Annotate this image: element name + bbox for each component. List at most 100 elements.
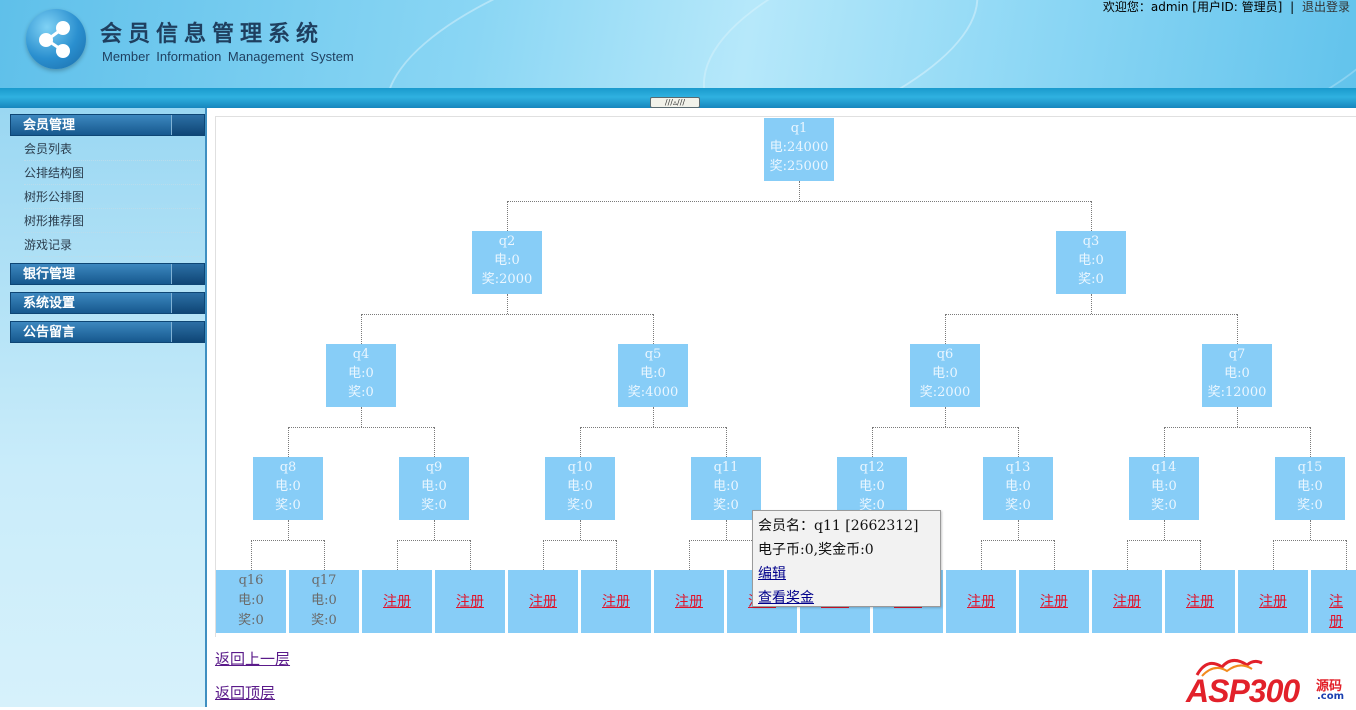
node-e-coin: 电:0 — [421, 479, 447, 494]
tree-connector — [1237, 407, 1238, 427]
tree-connector — [580, 520, 581, 540]
watermark-domain: .com — [1317, 691, 1345, 702]
node-name: q7 — [1228, 347, 1246, 362]
node-e-coin: 电:0 — [494, 253, 520, 268]
tree-node[interactable]: q15 电:0 奖:0 — [1275, 457, 1345, 520]
tree-connector — [470, 540, 471, 570]
system-title: 会员信息管理系统 — [100, 21, 325, 47]
tree-connector — [1237, 314, 1238, 344]
separator: | — [1290, 0, 1295, 14]
tree-node[interactable]: q4 电:0 奖:0 — [326, 344, 396, 407]
node-name: q2 — [498, 234, 516, 249]
tree-node[interactable]: q8 电:0 奖:0 — [253, 457, 323, 520]
tree-connector — [1164, 427, 1310, 428]
tree-node[interactable]: q11 电:0 奖:0 — [691, 457, 761, 520]
register-link[interactable]: 注册 — [654, 591, 724, 611]
node-e-coin: 电:0 — [859, 479, 885, 494]
node-bonus: 奖:0 — [311, 613, 337, 628]
tree-node[interactable]: q10 电:0 奖:0 — [545, 457, 615, 520]
menu-group-tab — [171, 322, 204, 342]
tree-node[interactable]: q9 电:0 奖:0 — [399, 457, 469, 520]
tree-connector — [945, 407, 946, 427]
tree-node[interactable]: q1 电:24000 奖:25000 — [764, 118, 834, 181]
tree-connector — [1310, 520, 1311, 540]
node-bonus: 奖:2000 — [481, 272, 533, 287]
node-name: q16 — [238, 573, 264, 588]
node-e-coin: 电:0 — [1151, 479, 1177, 494]
node-name: q17 — [311, 573, 337, 588]
tree-node[interactable]: q7 电:0 奖:12000 — [1202, 344, 1272, 407]
tree-leaf-register: 注册 — [946, 570, 1016, 633]
tree-connector — [434, 427, 435, 457]
tree-node[interactable]: q14 电:0 奖:0 — [1129, 457, 1199, 520]
register-link[interactable]: 注册 — [1238, 591, 1308, 611]
menu-group-bank[interactable]: 银行管理 — [10, 263, 205, 285]
tree-connector — [1054, 540, 1055, 570]
menu-item-member-list[interactable]: 会员列表 — [24, 138, 200, 161]
tooltip-view-bonus-link[interactable]: 查看奖金 — [758, 586, 935, 610]
menu-group-member[interactable]: 会员管理 — [10, 114, 205, 136]
node-bonus: 奖:0 — [421, 498, 447, 513]
register-link[interactable]: 注册 — [508, 591, 578, 611]
tree-connector — [1164, 520, 1165, 540]
tree-connector — [1127, 540, 1128, 570]
node-name: q3 — [1082, 234, 1100, 249]
register-link[interactable]: 注册 — [581, 591, 651, 611]
node-e-coin: 电:0 — [1005, 479, 1031, 494]
node-bonus: 奖:4000 — [627, 385, 679, 400]
menu-item-tree-referral[interactable]: 树形推荐图 — [24, 210, 200, 233]
node-e-coin: 电:0 — [1297, 479, 1323, 494]
node-bonus: 奖:0 — [1151, 498, 1177, 513]
tree-node[interactable]: q13 电:0 奖:0 — [983, 457, 1053, 520]
tree-leaf-register: 注册 — [508, 570, 578, 633]
menu-item-game-records[interactable]: 游戏记录 — [24, 234, 200, 257]
tree-connector — [689, 540, 690, 570]
node-name: q8 — [279, 460, 297, 475]
node-e-coin: 电:0 — [348, 366, 374, 381]
menu-group-label: 系统设置 — [23, 296, 76, 311]
menu-item-tree-public[interactable]: 树形公排图 — [24, 186, 200, 209]
register-link[interactable]: 注册 — [1092, 591, 1162, 611]
user-info-bar: 欢迎您：admin [用户ID: 管理员] | 退出登录 — [1103, 0, 1350, 15]
node-name: q14 — [1151, 460, 1177, 475]
tree-connector — [580, 427, 581, 457]
tree-node[interactable]: q3 电:0 奖:0 — [1056, 231, 1126, 294]
register-link[interactable]: 注册 — [1311, 591, 1356, 631]
node-e-coin: 电:0 — [1078, 253, 1104, 268]
register-link[interactable]: 注册 — [946, 591, 1016, 611]
logout-link[interactable]: 退出登录 — [1302, 0, 1350, 14]
node-name: q13 — [1005, 460, 1031, 475]
tree-node[interactable]: q2 电:0 奖:2000 — [472, 231, 542, 294]
tree-leaf-node[interactable]: q17 电:0 奖:0 — [289, 570, 359, 633]
node-name: q9 — [425, 460, 443, 475]
asp300-watermark: ASP300 源码 .com — [1186, 655, 1356, 709]
tree-leaf-register: 注册 — [654, 570, 724, 633]
register-link[interactable]: 注册 — [362, 591, 432, 611]
tree-connector — [543, 540, 616, 541]
tree-connector — [981, 540, 982, 570]
collapse-up-icon[interactable]: ///▵/// — [650, 97, 700, 108]
tree-node[interactable]: q6 电:0 奖:2000 — [910, 344, 980, 407]
register-link[interactable]: 注册 — [1165, 591, 1235, 611]
node-bonus: 奖:0 — [713, 498, 739, 513]
tree-connector — [507, 201, 508, 231]
node-bonus: 奖:25000 — [769, 159, 829, 174]
tree-node[interactable]: q5 电:0 奖:4000 — [618, 344, 688, 407]
tree-connector — [945, 314, 946, 344]
tree-leaf-node[interactable]: q16 电:0 奖:0 — [216, 570, 286, 633]
menu-group-notice[interactable]: 公告留言 — [10, 321, 205, 343]
menu-item-public-structure[interactable]: 公排结构图 — [24, 162, 200, 185]
register-link[interactable]: 注册 — [1019, 591, 1089, 611]
tree-connector — [1127, 540, 1200, 541]
back-to-top-link[interactable]: 返回顶层 — [215, 682, 275, 703]
tree-connector — [1346, 540, 1347, 570]
node-e-coin: 电:0 — [311, 593, 337, 608]
tree-connector — [1310, 427, 1311, 457]
tooltip-edit-link[interactable]: 编辑 — [758, 562, 935, 586]
tree-connector — [288, 427, 289, 457]
register-link[interactable]: 注册 — [435, 591, 505, 611]
menu-group-settings[interactable]: 系统设置 — [10, 292, 205, 314]
back-one-level-link[interactable]: 返回上一层 — [215, 648, 290, 669]
node-e-coin: 电:0 — [275, 479, 301, 494]
node-name: q12 — [859, 460, 885, 475]
